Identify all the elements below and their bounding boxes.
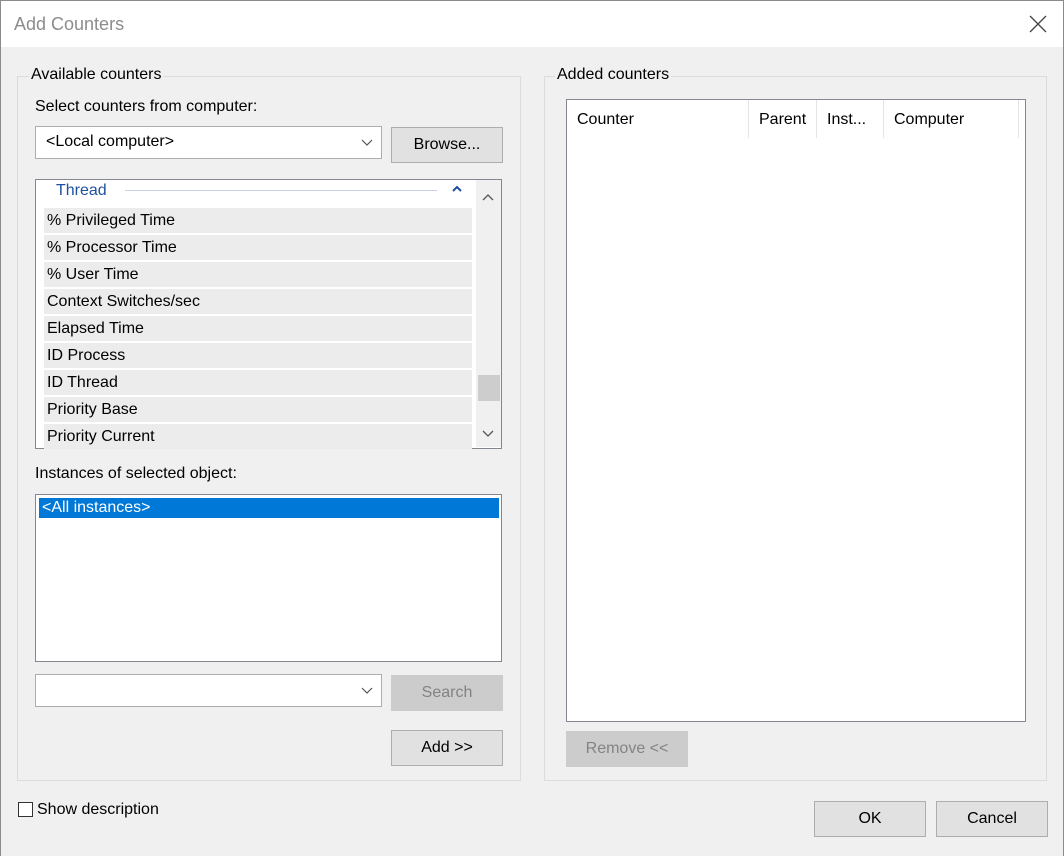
- computer-select-label: Select counters from computer:: [35, 98, 257, 116]
- object-group-thread[interactable]: Thread: [44, 180, 472, 206]
- computer-combobox[interactable]: <Local computer>: [35, 126, 382, 159]
- instances-label: Instances of selected object:: [35, 465, 237, 483]
- column-header-counter[interactable]: Counter: [567, 100, 749, 138]
- add-button[interactable]: Add >>: [391, 730, 503, 766]
- counter-item[interactable]: Context Switches/sec: [44, 289, 472, 314]
- counter-item[interactable]: ID Thread: [44, 370, 472, 395]
- counter-item[interactable]: % User Time: [44, 262, 472, 287]
- close-icon[interactable]: [1027, 13, 1049, 35]
- window-border-left: [0, 47, 1, 856]
- listview-header: Counter Parent Inst... Computer: [567, 100, 1025, 138]
- scroll-up-arrow-icon[interactable]: [482, 188, 494, 206]
- instance-item-selected[interactable]: <All instances>: [39, 498, 499, 518]
- search-button[interactable]: Search: [391, 675, 503, 711]
- available-counters-label: Available counters: [29, 66, 163, 84]
- ok-button[interactable]: OK: [814, 801, 926, 837]
- scroll-down-arrow-icon[interactable]: [482, 425, 494, 443]
- column-header-instance[interactable]: Inst...: [817, 100, 884, 138]
- remove-button[interactable]: Remove <<: [566, 731, 688, 767]
- show-description-checkbox[interactable]: [18, 802, 33, 817]
- scrollbar-thumb[interactable]: [478, 375, 500, 401]
- counter-item[interactable]: % Privileged Time: [44, 208, 472, 233]
- counter-item[interactable]: % Processor Time: [44, 235, 472, 260]
- counter-item[interactable]: ID Process: [44, 343, 472, 368]
- counter-item[interactable]: Priority Base: [44, 397, 472, 422]
- column-header-parent[interactable]: Parent: [749, 100, 817, 138]
- chevron-down-icon[interactable]: [361, 135, 373, 151]
- added-counters-label: Added counters: [555, 66, 671, 84]
- cancel-button[interactable]: Cancel: [936, 801, 1048, 837]
- browse-button[interactable]: Browse...: [391, 127, 503, 163]
- counter-list-scrollbar[interactable]: [476, 180, 501, 447]
- counter-item[interactable]: Priority Current: [44, 424, 472, 449]
- search-combobox[interactable]: [35, 674, 382, 707]
- chevron-up-icon[interactable]: [450, 182, 464, 196]
- column-header-computer[interactable]: Computer: [884, 100, 1019, 138]
- added-counters-listview[interactable]: Counter Parent Inst... Computer: [566, 99, 1026, 722]
- object-group-name: Thread: [56, 182, 107, 200]
- chevron-down-icon[interactable]: [361, 683, 373, 699]
- window-title: Add Counters: [14, 14, 124, 35]
- counter-listbox[interactable]: Thread % Privileged Time % Processor Tim…: [35, 179, 502, 449]
- counter-item[interactable]: Elapsed Time: [44, 316, 472, 341]
- instances-listbox[interactable]: <All instances>: [35, 494, 502, 662]
- show-description-label[interactable]: Show description: [37, 801, 159, 819]
- title-bar: Add Counters: [0, 0, 1064, 47]
- computer-combobox-value: <Local computer>: [46, 133, 174, 151]
- group-divider: [125, 190, 437, 191]
